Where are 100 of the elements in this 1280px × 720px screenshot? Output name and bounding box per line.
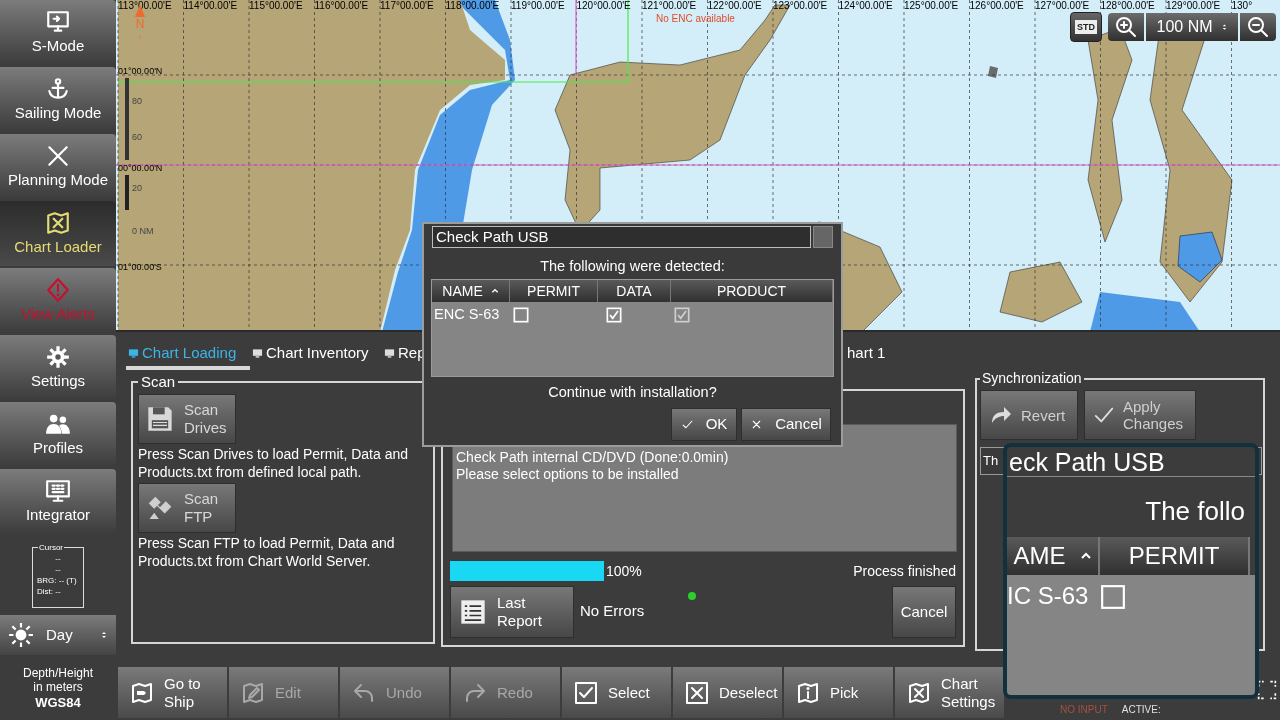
range-select[interactable]: 100 NM [1146,13,1238,41]
report-icon [459,598,487,626]
longitude-label: 124°00.00'E [838,0,893,11]
longitude-label: 125°00.00'E [904,0,959,11]
column-header[interactable]: PRODUCT [671,280,833,302]
datum-value: WGS84 [35,694,81,711]
scale-label: 20 [132,183,142,193]
longitude-label: 122°00.00'E [707,0,762,11]
name-cell-text: ENC S-63 [433,305,501,325]
column-header[interactable]: AME [1007,537,1100,575]
sidebar-button[interactable]: Integrator [0,469,116,534]
apply-changes-button[interactable]: Apply Changes [1084,390,1196,440]
datum-label: in meters [33,680,83,694]
checkbox-cross-icon [685,680,709,705]
toolbar-button[interactable]: Deselect [673,667,782,718]
error-summary: No Errors [580,601,645,621]
revert-button[interactable]: Revert [980,390,1078,440]
cursor-line: BRG: -- (T) [37,575,77,586]
map-ship-icon [130,680,154,705]
active-status: ACTIVE: [1121,703,1161,717]
checkbox-checked-icon [574,680,598,705]
name-cell: IC S-63 [1007,581,1089,611]
longitude-label: 127°00.00'E [1035,0,1090,11]
toolbar-button[interactable]: Select [562,667,671,718]
sidebar-button[interactable]: Chart Loader [0,201,116,266]
satellite-icon [146,494,174,522]
magnified-title: eck Path USB [1007,447,1255,477]
cursor-title: Cursor [38,542,64,553]
std-button[interactable]: STD [1070,12,1102,42]
toolbar-button[interactable]: Pick [784,667,893,718]
longitude-label: 129°00.00'E [1166,0,1221,11]
longitude-label: 121°00.00'E [642,0,697,11]
monitor-grid-icon [45,478,71,505]
scale-label: 0 NM [132,226,154,236]
longitude-label: 130° [1231,0,1253,11]
dialog-message: The following were detected: [540,257,725,275]
scan-button[interactable]: Scan Drives [138,394,236,444]
latitude-label: 01°00.00'N [118,66,163,76]
zoom-in-button[interactable] [1108,13,1144,41]
longitude-label: 128°00.00'E [1100,0,1155,11]
tab[interactable]: hart 1 [845,340,915,370]
dialog-question: Continue with installation? [548,383,717,401]
dialog-title: Check Path USB [432,226,811,248]
toolbar-button[interactable]: Chart Settings [895,667,1004,718]
tab[interactable]: Chart Inventory [250,340,382,370]
sidebar-button[interactable]: Settings [0,335,116,400]
longitude-label: 120°00.00'E [576,0,631,11]
column-header[interactable]: PERMIT [510,280,598,302]
log-line: Please select options to be installed [456,466,680,483]
check-icon [680,418,694,431]
cancel-button[interactable]: Cancel [892,586,956,638]
map-tools-icon [907,680,931,705]
column-header[interactable]: DATA [598,280,671,302]
cursor-line: -- [55,553,61,564]
longitude-label: 123°00.00'E [773,0,828,11]
longitude-label: 115°00.00'E [249,0,303,11]
sidebar-button[interactable]: Sailing Mode [0,67,116,132]
column-header[interactable]: NAME [432,280,510,302]
scale-label: 80 [132,96,142,106]
scan-button[interactable]: Scan FTP [138,483,236,533]
cancel-button[interactable]: Cancel [741,408,831,441]
description-text: Press Scan FTP to load Permit, Data and Products.txt from Chart World Server. [138,534,396,570]
settings-icon [45,344,71,371]
latitude-label: 01°00.00'S [118,262,162,272]
datum-label: Depth/Height [22,666,93,680]
updown-icon [100,629,108,641]
monitor-icon [252,347,263,359]
column-header[interactable]: PERMIT [1100,537,1250,575]
north-label: N [135,18,145,30]
toolbar-button[interactable]: Go to Ship [118,667,227,718]
progress-reading: 100% [606,561,642,581]
zoom-out-icon [1246,15,1270,39]
group-title: Synchronization [981,371,1083,386]
alert-icon [45,277,71,304]
pencil-icon [241,680,265,705]
last-report-button[interactable]: Last Report [450,586,574,638]
day-select[interactable]: Day [0,615,116,655]
longitude-label: 116°00.00'E [314,0,369,11]
input-status: NO INPUT [1060,703,1108,717]
monitor-icon [128,347,139,359]
scale-label: 60 [132,132,142,142]
longitude-label: 113°00.00'E [118,0,172,11]
corner-brackets-icon [1257,678,1277,702]
monitor-icon [384,347,395,359]
zoom-in-icon [1114,15,1138,39]
log-line: Check Path internal CD/DVD (Done:0.0min) [456,449,730,466]
zoom-out-button[interactable] [1240,13,1276,41]
tab[interactable]: Chart Loading [126,340,250,370]
group-title: Scan [140,374,177,390]
map-notice: No ENC available [656,12,735,26]
status-text: Process finished [853,561,956,581]
map-tools-icon [45,210,71,237]
longitude-label: 118°00.00'E [445,0,500,11]
longitude-label: 117°00.00'E [380,0,434,11]
sort-caret-icon [490,287,499,295]
cursor-line: Dist: -- [37,586,61,597]
longitude-label: 126°00.00'E [969,0,1024,11]
description-text: Press Scan Drives to load Permit, Data and Products.txt from defined local path. [138,445,409,481]
ok-button[interactable]: OK [671,408,737,441]
map-info-icon [796,680,820,705]
